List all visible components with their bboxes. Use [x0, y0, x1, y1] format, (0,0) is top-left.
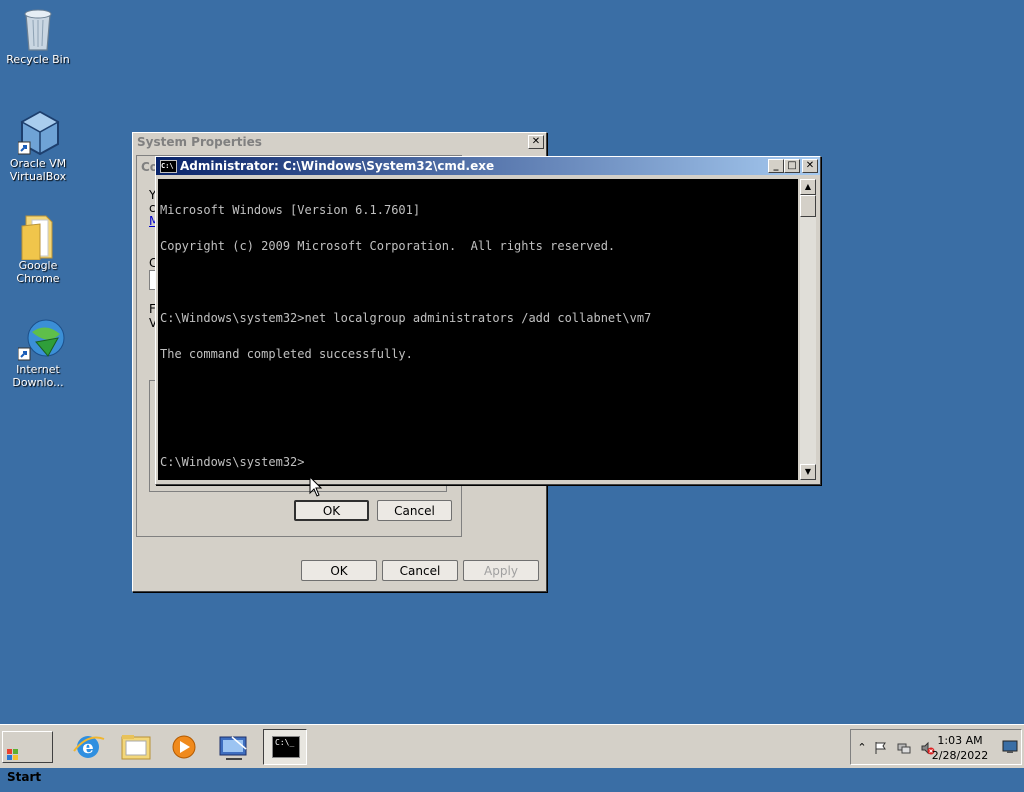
ok-button[interactable]: OK [301, 560, 377, 581]
cmd-title-icon: C:\ [160, 160, 177, 173]
mouse-cursor-icon [309, 475, 323, 501]
console-output[interactable]: Microsoft Windows [Version 6.1.7601] Cop… [158, 179, 798, 480]
network-icon[interactable] [212, 729, 256, 765]
desktop-icon-recycle-bin[interactable]: Recycle Bin [0, 6, 76, 66]
console-line: C:\Windows\system32> [160, 455, 305, 469]
inner-cancel-button[interactable]: Cancel [377, 500, 452, 521]
system-properties-titlebar[interactable]: System Properties ✕ [133, 133, 546, 151]
show-desktop-icon[interactable] [1002, 740, 1018, 754]
console-line: C:\Windows\system32>net localgroup admin… [160, 311, 652, 325]
cmd-titlebar[interactable]: C:\ Administrator: C:\Windows\System32\cm… [156, 157, 820, 175]
internet-download-manager-icon [17, 316, 65, 361]
show-hidden-icons-chevron[interactable]: ⌃ [855, 741, 869, 755]
taskbar: Start e C:\_ ⌃ 1:03 AM 2/28/2022 [0, 724, 1024, 784]
media-player-icon[interactable] [162, 729, 206, 765]
maximize-button[interactable]: □ [784, 159, 800, 173]
windows-logo-icon [7, 742, 19, 760]
console-line: The command completed successfully. [160, 347, 413, 361]
minimize-button[interactable]: _ [768, 159, 784, 173]
scroll-down-arrow-icon[interactable]: ▼ [800, 464, 816, 480]
console-line: Copyright (c) 2009 Microsoft Corporation… [160, 239, 616, 253]
network-tray-icon[interactable] [897, 741, 911, 755]
close-button[interactable]: ✕ [802, 159, 818, 173]
recycle-bin-icon [18, 6, 58, 51]
desktop-icon-label: Recycle Bin [6, 53, 70, 66]
clock[interactable]: 1:03 AM 2/28/2022 [925, 733, 995, 763]
action-center-flag-icon[interactable] [873, 741, 887, 755]
cancel-button[interactable]: Cancel [382, 560, 458, 581]
cmd-icon[interactable]: C:\_ [263, 729, 307, 765]
apply-button[interactable]: Apply [463, 560, 539, 581]
close-button[interactable]: ✕ [528, 135, 544, 149]
virtualbox-icon [17, 110, 60, 156]
cmd-window: C:\ Administrator: C:\Windows\System32\cm… [155, 156, 821, 485]
desktop-icon-internet-download-manager[interactable]: Internet Downlo... [0, 316, 76, 389]
console-line: Microsoft Windows [Version 6.1.7601] [160, 203, 421, 217]
internet-explorer-icon[interactable]: e [66, 729, 110, 765]
vertical-scrollbar[interactable]: ▲ ▼ [800, 179, 816, 480]
start-button[interactable]: Start [2, 731, 53, 784]
clock-date: 2/28/2022 [931, 749, 989, 762]
desktop-icon-virtualbox[interactable]: Oracle VM VirtualBox [0, 110, 76, 183]
cmd-taskbar-glyph: C:\_ [272, 736, 300, 758]
desktop-icon-label: Oracle VM VirtualBox [9, 157, 67, 183]
window-title: System Properties [137, 135, 262, 149]
desktop-icon-google-chrome[interactable]: Google Chrome [0, 212, 76, 285]
system-tray: ⌃ 1:03 AM 2/28/2022 [850, 729, 1022, 765]
inner-ok-button[interactable]: OK [294, 500, 369, 521]
scroll-up-arrow-icon[interactable]: ▲ [800, 179, 816, 195]
window-title: Administrator: C:\Windows\System32\cmd.e… [180, 159, 495, 173]
desktop-icon-label: Internet Downlo... [12, 363, 64, 389]
folder-icon [18, 212, 58, 261]
desktop-icon-label: Google Chrome [16, 259, 60, 285]
windows-explorer-icon[interactable] [114, 729, 158, 765]
clock-time: 1:03 AM [937, 734, 983, 747]
start-label: Start [7, 770, 42, 784]
scroll-thumb[interactable] [800, 195, 816, 217]
